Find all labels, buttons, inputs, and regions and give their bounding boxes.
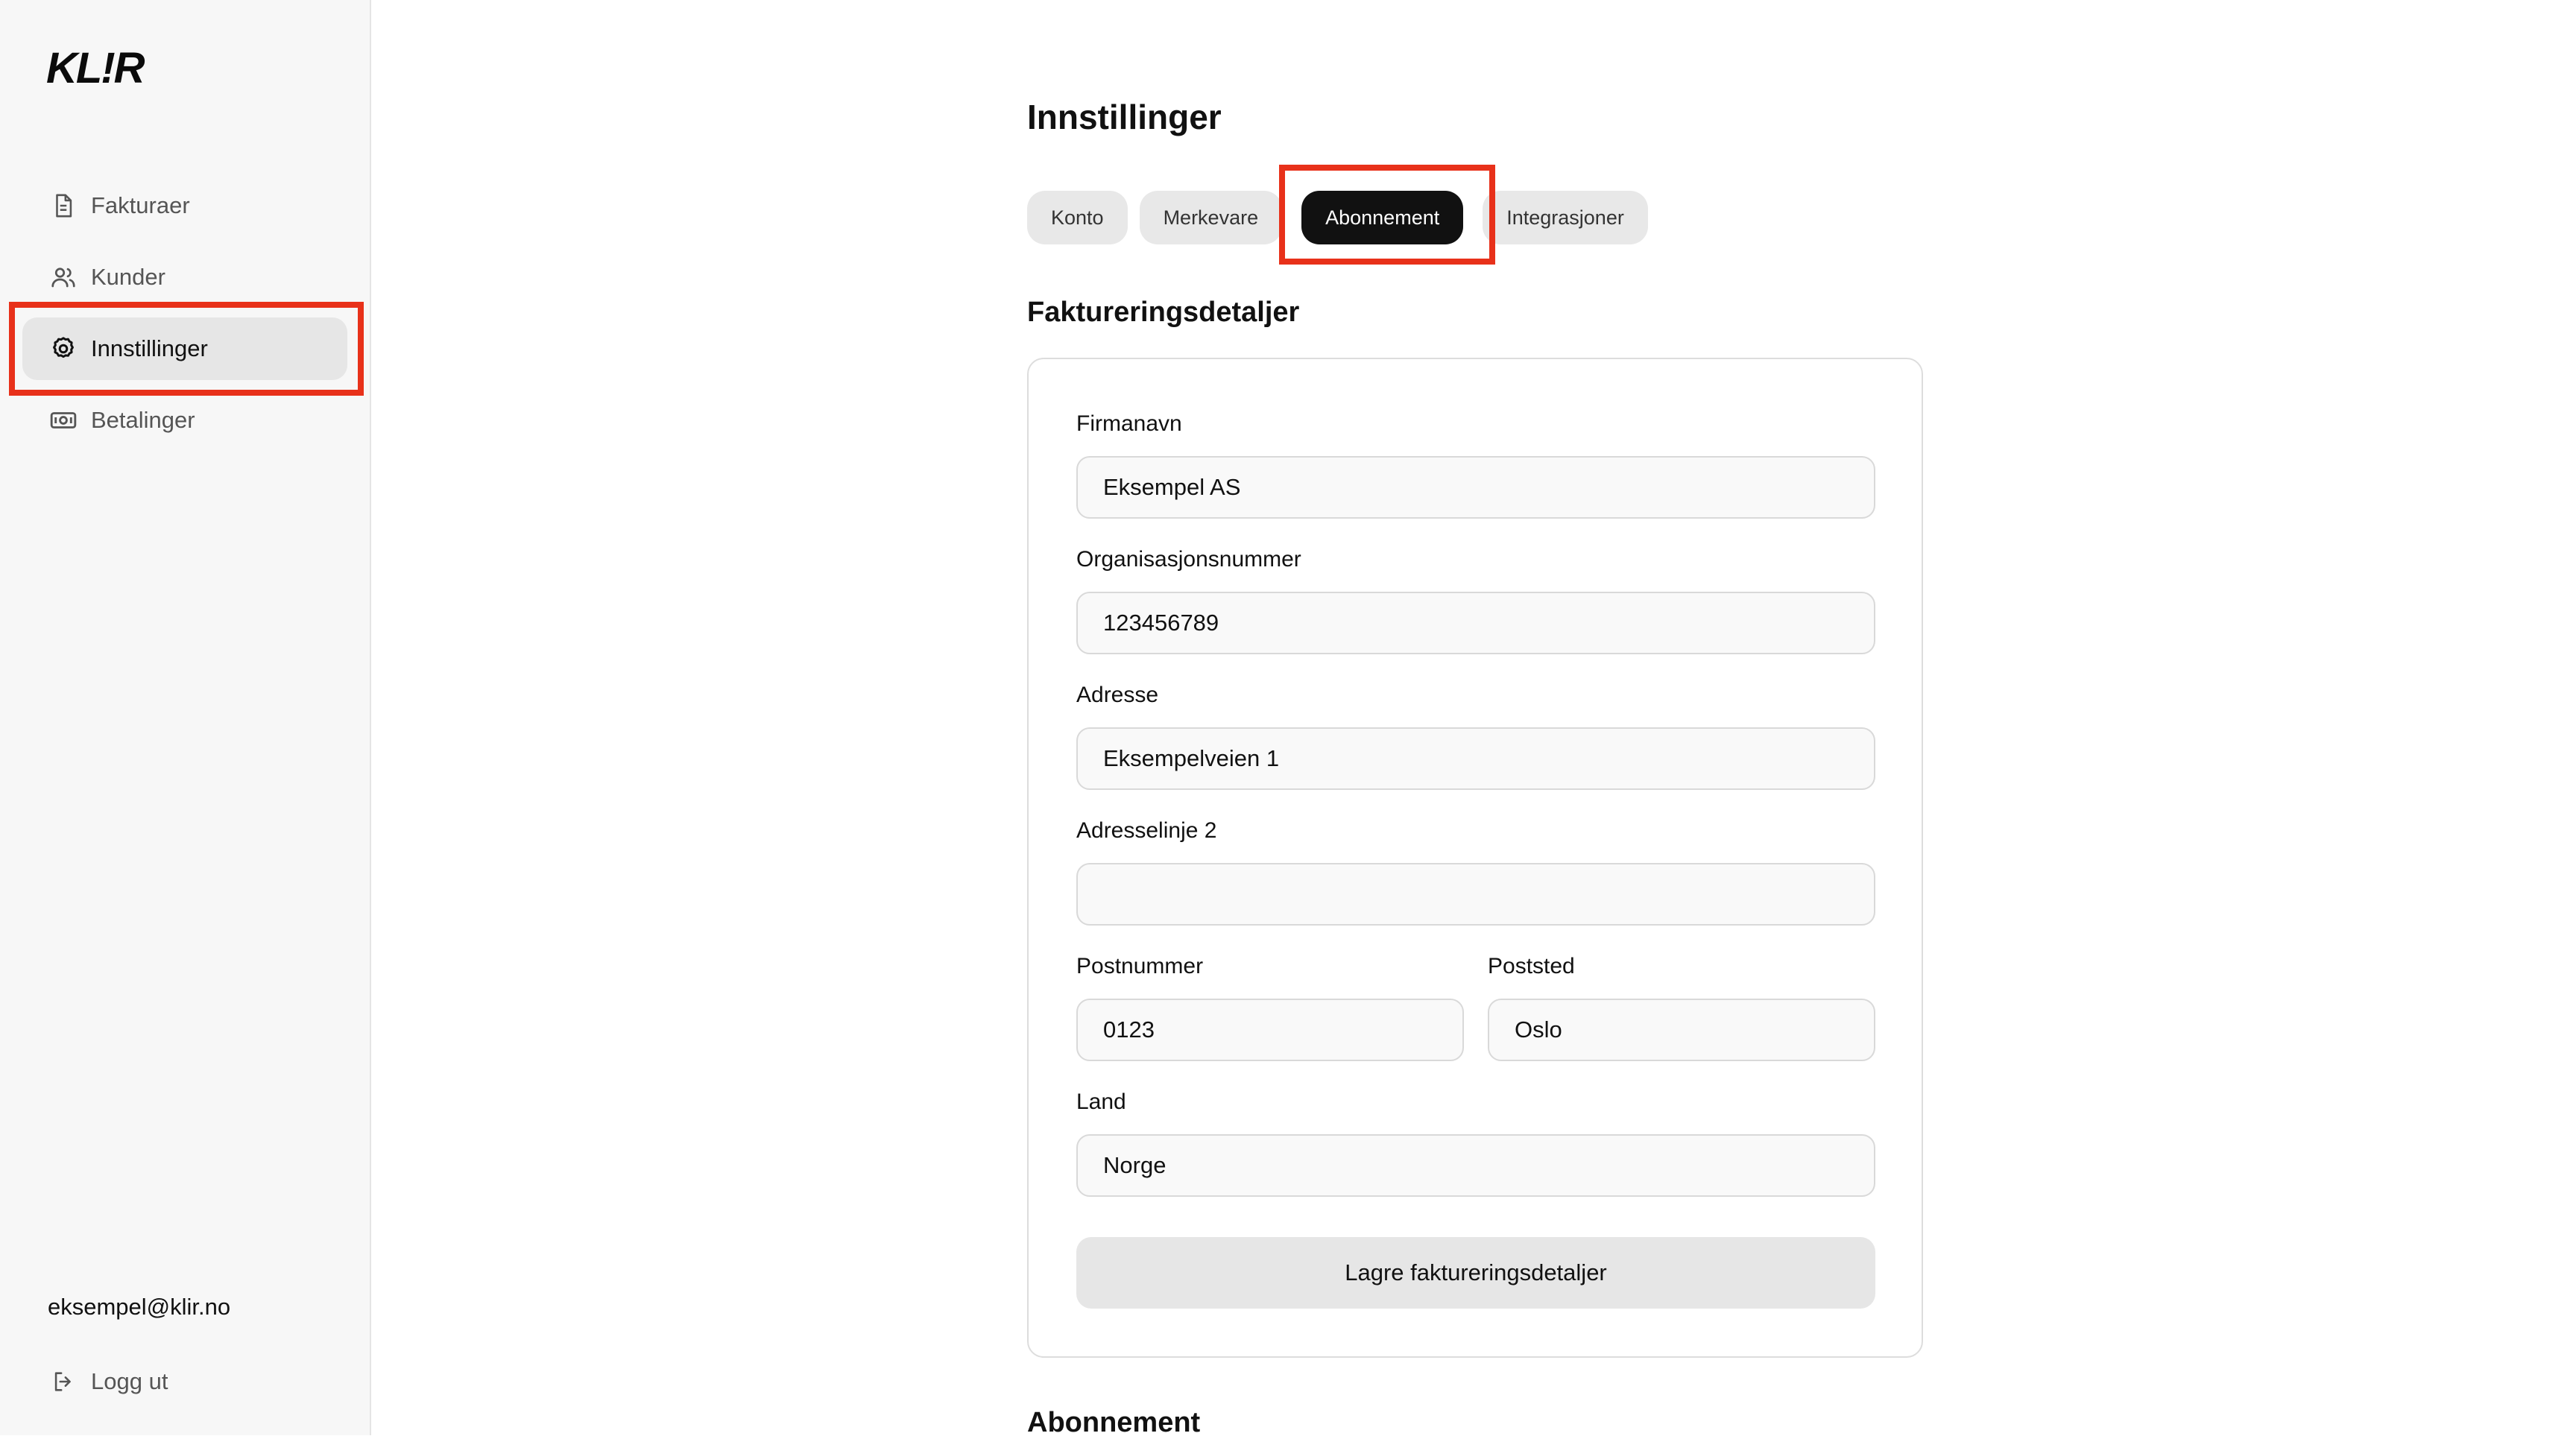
sidebar-item-kunder[interactable]: Kunder [22,246,347,309]
tab-highlight-box [1279,165,1495,265]
address-label: Adresse [1076,683,1159,707]
org-number-input[interactable] [1076,592,1875,654]
company-name-label: Firmanavn [1076,411,1182,436]
sidebar-item-label: Betalinger [91,407,195,433]
country-label: Land [1076,1089,1126,1114]
logout-icon [49,1367,78,1396]
document-icon [49,192,78,220]
billing-section-title: Faktureringsdetaljer [1027,297,1300,328]
klir-logo[interactable]: KL!R [46,43,145,93]
nav-highlight-box [9,302,364,396]
sidebar: KL!R Fakturaer Kunder Innstillinger Beta… [0,0,371,1435]
country-input[interactable] [1076,1134,1875,1197]
city-input[interactable] [1488,999,1875,1061]
tab-konto[interactable]: Konto [1027,191,1128,244]
postal-code-label: Postnummer [1076,954,1204,978]
address-line-2-input[interactable] [1076,863,1875,926]
users-icon [49,263,78,291]
sidebar-item-betalinger[interactable]: Betalinger [22,389,347,452]
postal-code-input[interactable] [1076,999,1464,1061]
logout-label: Logg ut [91,1368,168,1394]
sidebar-item-label: Kunder [91,264,165,290]
tab-integrasjoner[interactable]: Integrasjoner [1483,191,1648,244]
banknote-icon [49,406,78,434]
city-label: Poststed [1488,954,1575,978]
sidebar-item-fakturaer[interactable]: Fakturaer [22,174,347,237]
sidebar-item-label: Fakturaer [91,192,190,218]
user-email: eksempel@klir.no [48,1294,231,1320]
company-name-input[interactable] [1076,456,1875,519]
address-line-2-label: Adresselinje 2 [1076,818,1217,843]
page-title: Innstillinger [1027,98,1222,136]
subscription-section-title: Abonnement [1027,1407,1201,1438]
logout-button[interactable]: Logg ut [22,1350,347,1413]
billing-details-card: Firmanavn Organisasjonsnummer Adresse Ad… [1027,358,1923,1358]
address-input[interactable] [1076,727,1875,790]
org-number-label: Organisasjonsnummer [1076,547,1301,572]
tab-merkevare[interactable]: Merkevare [1139,191,1283,244]
save-billing-details-button[interactable]: Lagre faktureringsdetaljer [1076,1237,1875,1309]
